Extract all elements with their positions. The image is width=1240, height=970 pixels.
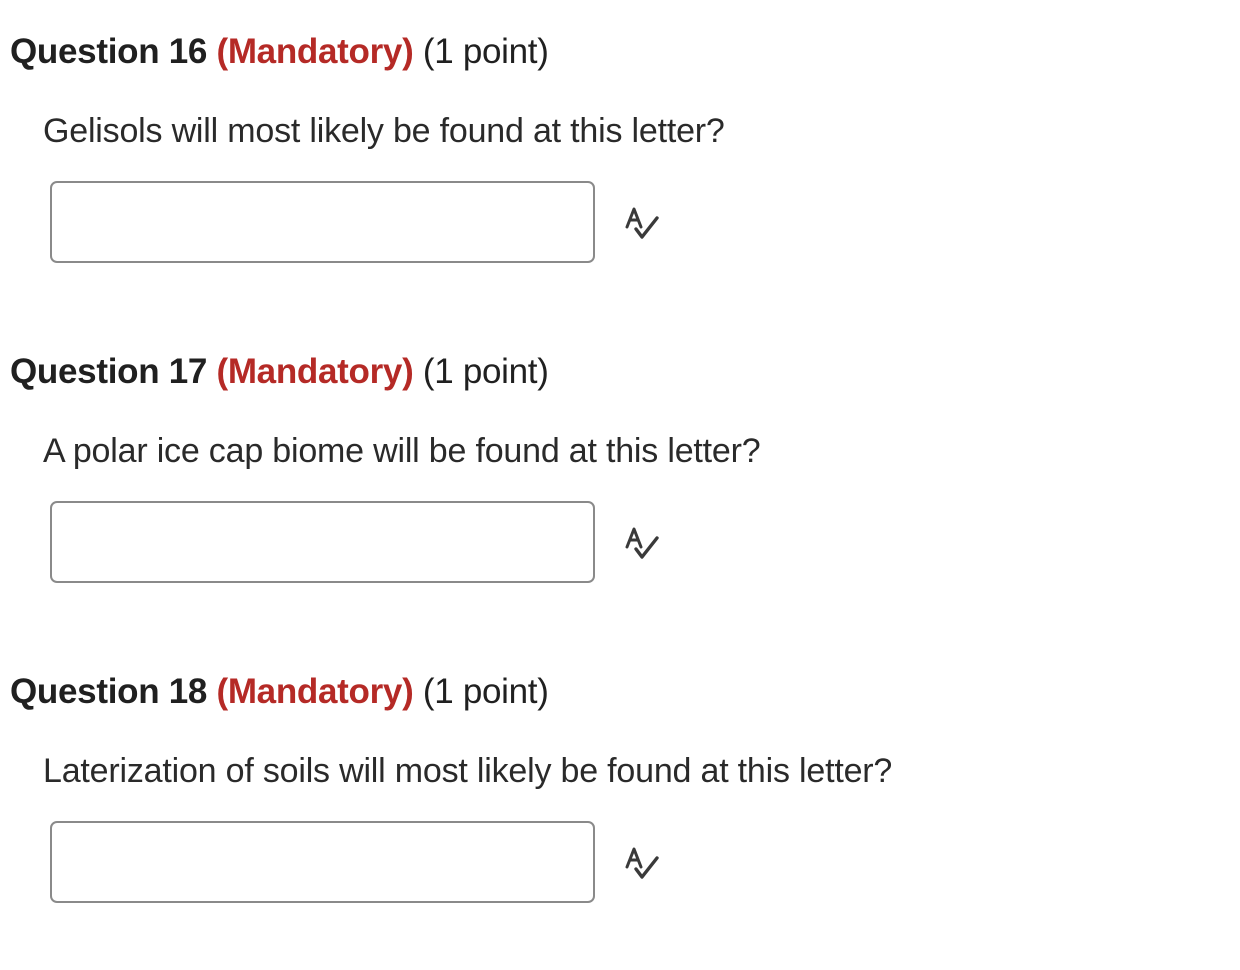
question-16: Question 16 (Mandatory) (1 point) Geliso… — [0, 30, 1240, 330]
points-label: (1 point) — [422, 352, 549, 391]
spell-check-icon[interactable] — [624, 206, 660, 242]
question-17: Question 17 (Mandatory) (1 point) A pola… — [0, 350, 1240, 650]
mandatory-label: (Mandatory) — [216, 672, 414, 711]
spell-check-icon[interactable] — [624, 526, 660, 562]
question-heading: Question 18 (Mandatory) (1 point) — [10, 670, 549, 714]
spell-check-icon[interactable] — [624, 846, 660, 882]
question-18: Question 18 (Mandatory) (1 point) Lateri… — [0, 670, 1240, 970]
question-title: Question 17 — [10, 352, 208, 391]
mandatory-label: (Mandatory) — [216, 352, 414, 391]
points-label: (1 point) — [422, 32, 549, 71]
mandatory-label: (Mandatory) — [216, 32, 414, 71]
question-prompt: A polar ice cap biome will be found at t… — [43, 432, 761, 470]
answer-input[interactable] — [50, 501, 595, 583]
question-prompt: Laterization of soils will most likely b… — [43, 752, 893, 790]
question-title: Question 18 — [10, 672, 208, 711]
answer-input[interactable] — [50, 181, 595, 263]
question-prompt: Gelisols will most likely be found at th… — [43, 112, 725, 150]
question-heading: Question 17 (Mandatory) (1 point) — [10, 350, 549, 394]
points-label: (1 point) — [422, 672, 549, 711]
answer-input[interactable] — [50, 821, 595, 903]
question-heading: Question 16 (Mandatory) (1 point) — [10, 30, 549, 74]
question-title: Question 16 — [10, 32, 208, 71]
